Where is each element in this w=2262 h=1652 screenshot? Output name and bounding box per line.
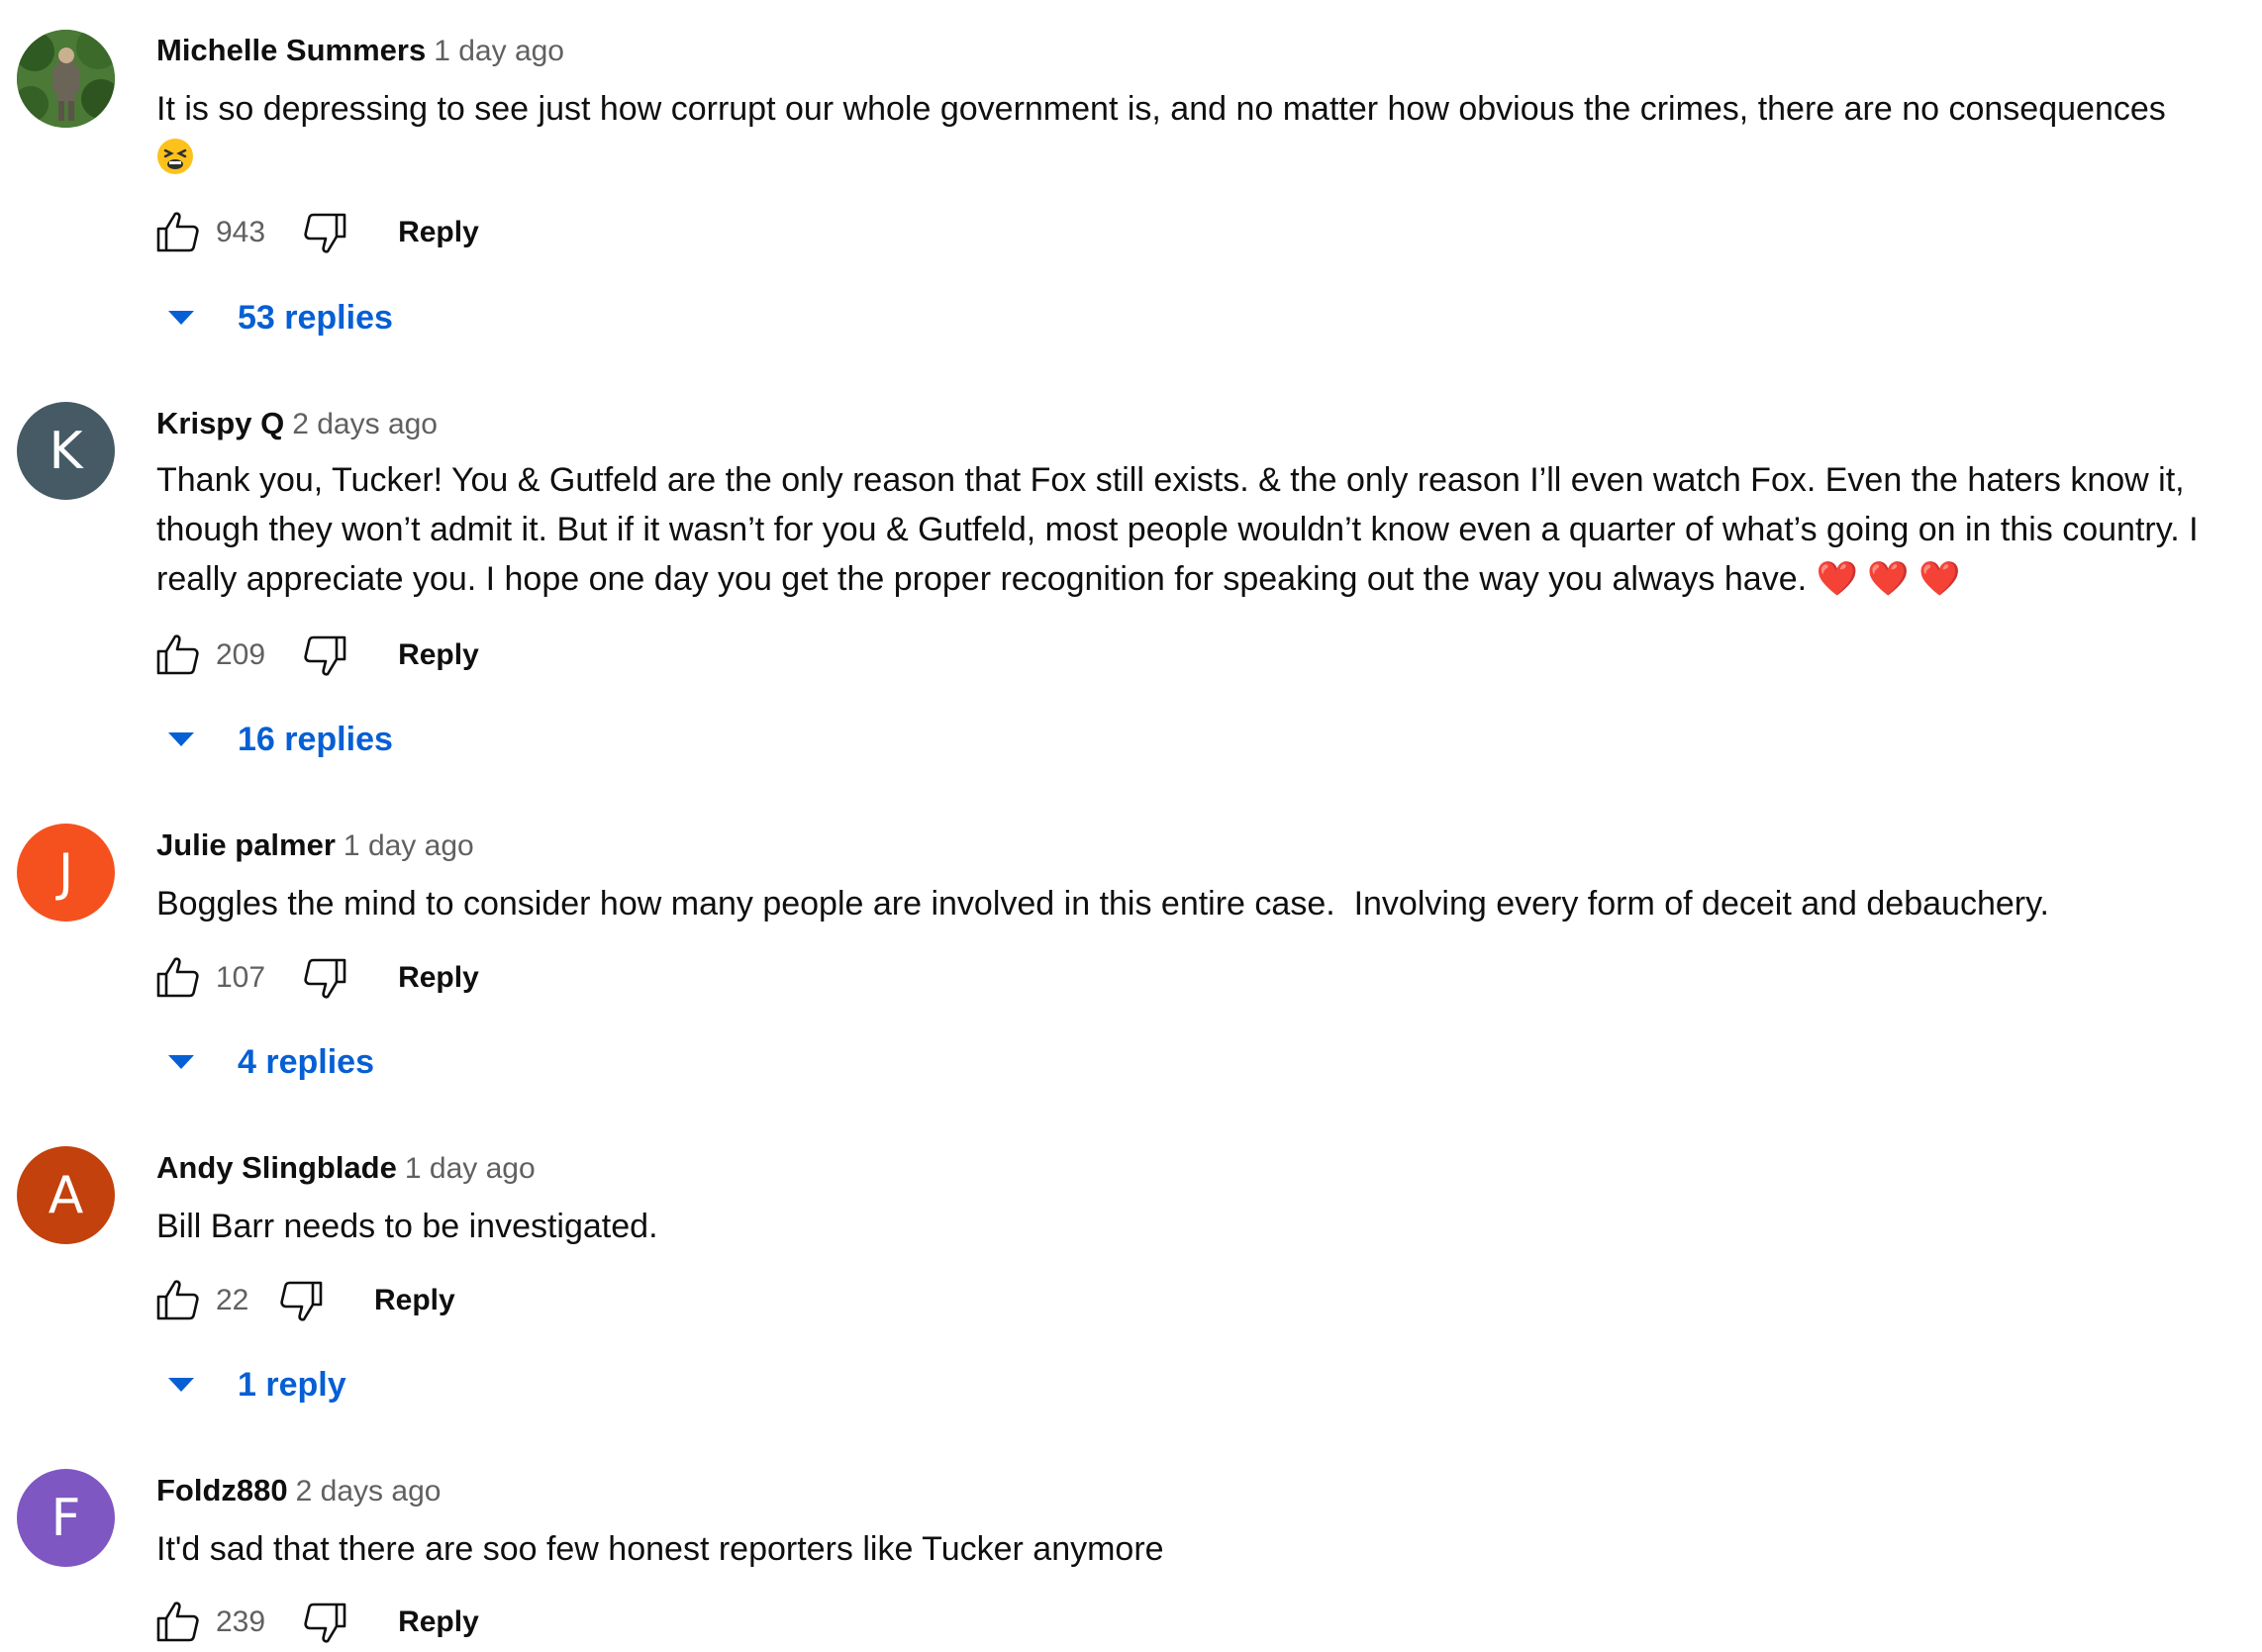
comment-text: It is so depressing to see just how corr… <box>156 84 2245 189</box>
dislike-button[interactable] <box>271 1271 331 1330</box>
comment-actions: 943 Reply <box>148 203 479 262</box>
replies-count: 53 replies <box>238 298 393 337</box>
comment-text: Bill Barr needs to be investigated. <box>156 1202 2245 1251</box>
thumbs-up-icon <box>156 634 199 675</box>
view-replies-button[interactable]: 16 replies <box>166 715 393 764</box>
thumbs-up-icon <box>156 957 199 998</box>
comment-text: It'd sad that there are soo few honest r… <box>156 1524 2245 1574</box>
comment-body: Bill Barr needs to be investigated. <box>156 1208 658 1245</box>
dislike-button[interactable] <box>295 626 354 685</box>
avatar[interactable] <box>17 30 115 128</box>
replies-count: 4 replies <box>238 1042 374 1081</box>
avatar-letter: J <box>57 842 74 903</box>
reply-button[interactable]: Reply <box>374 1284 455 1317</box>
thumbs-up-icon <box>156 212 199 252</box>
avatar-letter: A <box>48 1165 84 1225</box>
replies-count: 1 reply <box>238 1365 346 1404</box>
comment-body: Boggles the mind to consider how many pe… <box>156 885 2050 923</box>
thumbs-down-icon <box>304 958 346 999</box>
author-name[interactable]: Foldz880 <box>156 1473 288 1507</box>
thumbs-down-icon <box>280 1281 323 1321</box>
comment-timestamp[interactable]: 1 day ago <box>344 829 474 862</box>
caret-down-icon <box>168 1055 194 1069</box>
dislike-button[interactable] <box>295 1593 354 1652</box>
view-replies-button[interactable]: 53 replies <box>166 293 393 342</box>
like-count: 943 <box>216 216 266 248</box>
avatar[interactable]: A <box>17 1146 115 1244</box>
comment-body: It is so depressing to see just how corr… <box>156 90 2166 128</box>
reply-button[interactable]: Reply <box>398 216 479 249</box>
comment-text: Thank you, Tucker! You & Gutfeld are the… <box>156 455 2245 604</box>
like-button[interactable] <box>148 626 208 685</box>
comment-body: It'd sad that there are soo few honest r… <box>156 1530 1164 1568</box>
thumbs-up-icon <box>156 1280 199 1320</box>
replies-count: 16 replies <box>238 720 393 758</box>
comment-timestamp[interactable]: 2 days ago <box>296 1475 442 1507</box>
avatar[interactable]: J <box>17 824 115 922</box>
comment-actions: 22 Reply <box>148 1271 455 1330</box>
like-button[interactable] <box>148 1271 208 1330</box>
comment-timestamp[interactable]: 1 day ago <box>434 35 564 67</box>
view-replies-button[interactable]: 1 reply <box>166 1360 346 1409</box>
comment-header: Andy Slingblade 1 day ago <box>156 1150 536 1192</box>
author-name[interactable]: Michelle Summers <box>156 33 426 67</box>
like-button[interactable] <box>148 1593 208 1652</box>
dislike-button[interactable] <box>295 948 354 1008</box>
reply-button[interactable]: Reply <box>398 638 479 672</box>
like-count: 22 <box>216 1284 249 1316</box>
like-button[interactable] <box>148 948 208 1008</box>
reply-button[interactable]: Reply <box>398 961 479 995</box>
reply-button[interactable]: Reply <box>398 1605 479 1639</box>
comment-header: Foldz880 2 days ago <box>156 1473 441 1514</box>
tired-face-emoji <box>156 138 194 189</box>
thumbs-down-icon <box>304 1603 346 1643</box>
comment-actions: 209 Reply <box>148 626 479 685</box>
thumbs-down-icon <box>304 213 346 253</box>
avatar-letter: K <box>49 421 83 481</box>
comment-body: Thank you, Tucker! You & Gutfeld are the… <box>156 461 2199 598</box>
like-count: 209 <box>216 638 266 671</box>
caret-down-icon <box>168 311 194 325</box>
author-name[interactable]: Julie palmer <box>156 827 336 862</box>
comment-actions: 107 Reply <box>148 948 479 1008</box>
avatar[interactable]: F <box>17 1469 115 1567</box>
thumbs-up-icon <box>156 1602 199 1642</box>
comment-header: Krispy Q2 days ago <box>156 406 438 447</box>
caret-down-icon <box>168 732 194 746</box>
author-name[interactable]: Krispy Q <box>156 406 284 440</box>
thumbs-down-icon <box>304 635 346 676</box>
dislike-button[interactable] <box>295 203 354 262</box>
caret-down-icon <box>168 1378 194 1392</box>
comment-actions: 239 Reply <box>148 1593 479 1652</box>
like-button[interactable] <box>148 203 208 262</box>
like-count: 239 <box>216 1605 266 1638</box>
comment-text: Boggles the mind to consider how many pe… <box>156 879 2245 928</box>
avatar-photo <box>17 30 115 128</box>
avatar-letter: F <box>50 1488 81 1548</box>
author-name[interactable]: Andy Slingblade <box>156 1150 397 1185</box>
comment-timestamp[interactable]: 1 day ago <box>405 1152 536 1185</box>
comment-timestamp[interactable]: 2 days ago <box>292 408 438 440</box>
comment-header: Michelle Summers 1 day ago <box>156 33 564 74</box>
avatar[interactable]: K <box>17 402 115 500</box>
like-count: 107 <box>216 961 266 994</box>
view-replies-button[interactable]: 4 replies <box>166 1037 374 1087</box>
comment-header: Julie palmer 1 day ago <box>156 827 474 869</box>
